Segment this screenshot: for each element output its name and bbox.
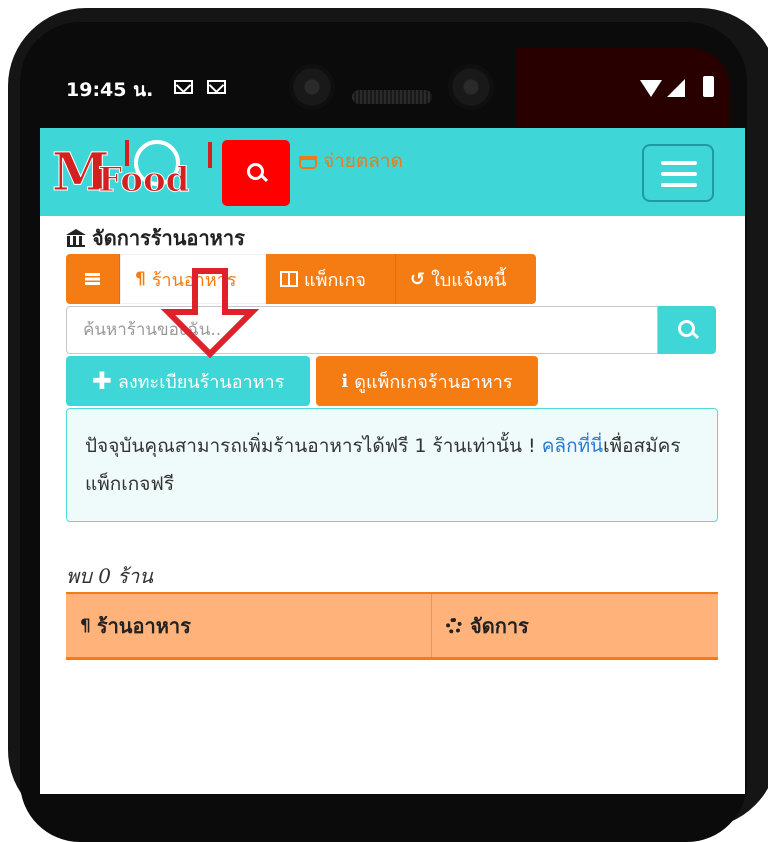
- columns-icon: [280, 271, 298, 287]
- tab-menu[interactable]: [66, 254, 120, 304]
- market-link[interactable]: จ่ายตลาด: [299, 146, 403, 176]
- knife-icon: [208, 142, 212, 168]
- search-button[interactable]: [222, 140, 290, 206]
- menu-bar: [661, 172, 697, 176]
- tab-label: ใบแจ้งหนี้: [431, 269, 507, 291]
- register-restaurant-button[interactable]: ✚ ลงทะเบียนร้านอาหาร: [66, 356, 310, 406]
- column-label: จัดการ: [470, 613, 529, 638]
- speaker-grille: [352, 90, 432, 104]
- front-camera-icon: [289, 64, 335, 110]
- tab-label: แพ็กเกจ: [304, 269, 366, 291]
- register-label: ลงทะเบียนร้านอาหาร: [117, 371, 285, 393]
- column-label: ร้านอาหาร: [96, 613, 191, 638]
- navbar: M Food จ่ายตลาด: [40, 128, 745, 216]
- mail-icon: [174, 80, 193, 94]
- column-header-restaurant: ¶ ร้านอาหาร: [66, 594, 432, 657]
- search-icon: [247, 163, 264, 180]
- table-header: ¶ ร้านอาหาร จัดการ: [66, 592, 718, 660]
- wifi-icon: [640, 80, 662, 97]
- search-submit-button[interactable]: [658, 306, 716, 354]
- screen: M Food จ่ายตลาด จัดการร้านอาหาร ¶ ร้านอาห…: [40, 128, 745, 794]
- page-title: จัดการร้านอาหาร: [66, 222, 245, 254]
- menu-bar: [661, 161, 697, 165]
- bank-icon: [66, 229, 86, 247]
- view-packages-button[interactable]: i ดูแพ็กเกจร้านอาหาร: [316, 356, 538, 406]
- signup-link[interactable]: คลิกที่นี่: [542, 435, 603, 457]
- fork-knife-icon: ¶: [135, 269, 146, 289]
- page-title-text: จัดการร้านอาหาร: [92, 226, 245, 250]
- status-time: 19:45 น.: [66, 79, 154, 101]
- fork-knife-icon: ¶: [80, 615, 91, 636]
- signal-icon: [667, 79, 685, 97]
- tab-bar: ¶ ร้านอาหาร แพ็กเกจ ↺ ใบแจ้งหนี้: [66, 254, 536, 304]
- status-bar-area: [516, 48, 730, 128]
- gear-icon: [446, 617, 462, 634]
- mfood-logo[interactable]: M Food: [52, 136, 212, 208]
- logo-text: Food: [97, 160, 190, 201]
- packages-label: ดูแพ็กเกจร้านอาหาร: [354, 371, 513, 393]
- battery-icon: [703, 76, 714, 97]
- history-icon: ↺: [410, 268, 426, 290]
- search-input[interactable]: [66, 306, 658, 354]
- alert-text: ปัจจุบันคุณสามารถเพิ่มร้านอาหารได้ฟรี 1 …: [85, 435, 542, 457]
- mail-icon: [207, 80, 226, 94]
- menu-bar: [661, 183, 697, 187]
- annotation-arrow-icon: [160, 268, 260, 358]
- results-count: พบ 0 ร้าน: [66, 564, 153, 588]
- column-header-manage: จัดการ: [432, 594, 718, 657]
- info-alert: ปัจจุบันคุณสามารถเพิ่มร้านอาหารได้ฟรี 1 …: [66, 408, 718, 522]
- search-icon: [678, 320, 695, 337]
- bars-icon: [85, 273, 100, 285]
- sensor-icon: [448, 64, 494, 110]
- tab-packages[interactable]: แพ็กเกจ: [266, 254, 396, 304]
- menu-toggle-button[interactable]: [642, 144, 714, 202]
- tab-invoices[interactable]: ↺ ใบแจ้งหนี้: [396, 254, 536, 304]
- basket-icon: [299, 156, 317, 169]
- info-icon: i: [341, 370, 349, 392]
- market-label: จ่ายตลาด: [323, 150, 403, 172]
- plus-icon: ✚: [91, 367, 112, 395]
